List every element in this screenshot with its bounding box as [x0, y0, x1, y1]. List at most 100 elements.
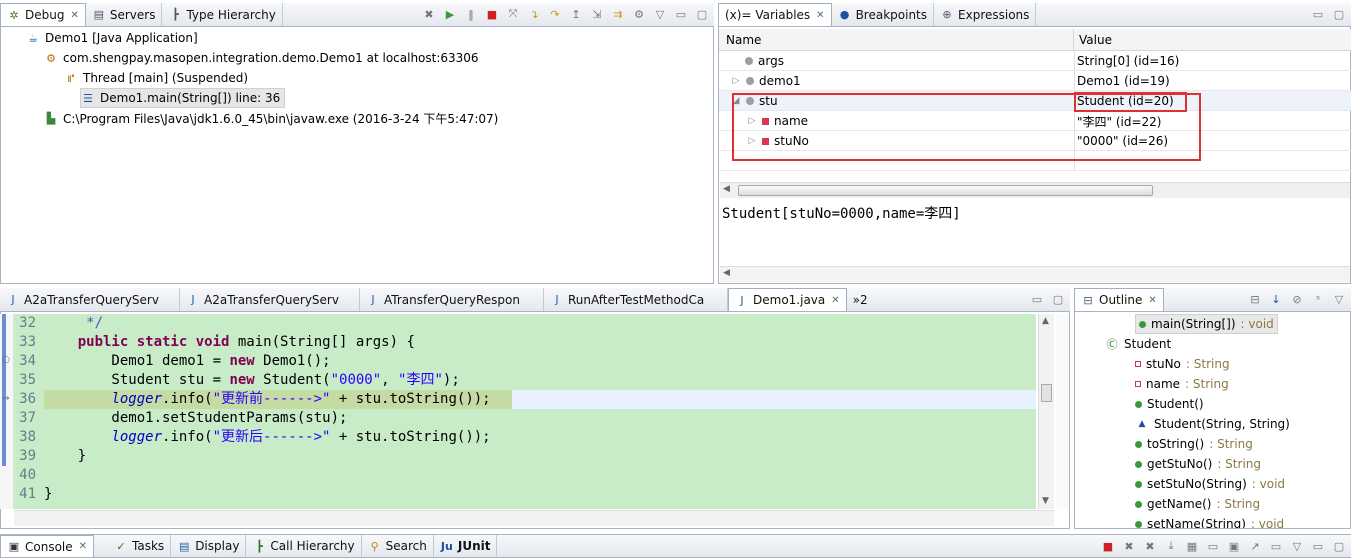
- display-selected-icon[interactable]: ▣: [1226, 538, 1242, 554]
- view-menu-icon[interactable]: ▽: [1289, 538, 1305, 554]
- tab-variables[interactable]: (x)= Variables ✕: [718, 3, 832, 26]
- resume-icon[interactable]: ▶: [442, 6, 458, 22]
- editor-tab-overflow[interactable]: »2: [847, 288, 874, 311]
- scroll-lock-icon[interactable]: ⤓: [1163, 538, 1179, 554]
- outline-item[interactable]: Ⓒ Student: [1105, 334, 1172, 354]
- outline-item[interactable]: Student(): [1135, 394, 1204, 414]
- outline-item[interactable]: setName(String) : void: [1135, 514, 1284, 528]
- debug-options-icon[interactable]: ⚙: [631, 6, 647, 22]
- tab-type-hierarchy[interactable]: ┣ Type Hierarchy: [162, 3, 283, 26]
- outline-item[interactable]: toString() : String: [1135, 434, 1253, 454]
- close-icon[interactable]: ✕: [79, 541, 87, 552]
- scroll-left-icon[interactable]: ◀: [723, 184, 730, 194]
- outline-item[interactable]: stuNo : String: [1135, 354, 1230, 374]
- tree-process[interactable]: ▙ C:\Program Files\Java\jdk1.6.0_45\bin\j…: [44, 108, 499, 128]
- remove-terminated-icon[interactable]: ✖: [421, 6, 437, 22]
- outline-item[interactable]: name : String: [1135, 374, 1229, 394]
- close-icon[interactable]: ✕: [1148, 295, 1156, 306]
- maximize-icon[interactable]: ▢: [1050, 291, 1066, 307]
- disconnect-icon[interactable]: ⤧: [505, 6, 521, 22]
- pin-console-icon[interactable]: ▭: [1205, 538, 1221, 554]
- scroll-left-icon[interactable]: ◀: [723, 268, 730, 278]
- outline-item[interactable]: main(String[]) : void: [1135, 314, 1278, 334]
- suspend-icon[interactable]: ‖: [463, 6, 479, 22]
- outline-item[interactable]: getName() : String: [1135, 494, 1260, 514]
- minimize-icon[interactable]: ▭: [673, 6, 689, 22]
- column-value-header[interactable]: Value: [1079, 33, 1112, 47]
- tab-debug[interactable]: ✲ Debug ✕: [0, 3, 86, 26]
- tab-tasks[interactable]: ✓ Tasks: [108, 535, 172, 557]
- editor-tab-1[interactable]: J A2aTransferQueryServ: [0, 288, 180, 311]
- editor-vscrollbar[interactable]: ▲ ▼: [1038, 314, 1054, 509]
- code-line[interactable]: public static void main(String[] args) {: [44, 333, 415, 352]
- tab-search[interactable]: ⚲ Search: [362, 535, 434, 557]
- maximize-icon[interactable]: ▢: [1331, 538, 1347, 554]
- editor-tab-demo1[interactable]: J Demo1.java ✕: [728, 288, 847, 311]
- step-return-icon[interactable]: ↥: [568, 6, 584, 22]
- editor-tab-4[interactable]: J RunAfterTestMethodCa: [544, 288, 728, 311]
- outline-item[interactable]: getStuNo() : String: [1135, 454, 1261, 474]
- use-step-filters-icon[interactable]: ⇉: [610, 6, 626, 22]
- detail-hscrollbar[interactable]: ◀: [720, 266, 1350, 282]
- close-icon[interactable]: ✕: [816, 10, 824, 21]
- maximize-icon[interactable]: ▢: [1331, 6, 1347, 22]
- minimize-icon[interactable]: ▭: [1310, 538, 1326, 554]
- tab-expressions[interactable]: ⊕ Expressions: [934, 3, 1037, 26]
- maximize-icon[interactable]: ▢: [694, 6, 710, 22]
- clear-console-icon[interactable]: ▦: [1184, 538, 1200, 554]
- code-line[interactable]: Demo1 demo1 = new Demo1();: [44, 352, 330, 371]
- code-lines[interactable]: 32 */ 33 public static void main(String[]…: [0, 314, 1036, 509]
- tab-outline[interactable]: ⊟ Outline ✕: [1074, 288, 1164, 311]
- close-icon[interactable]: ✕: [831, 295, 839, 306]
- editor-tab-2[interactable]: J A2aTransferQueryServ: [180, 288, 360, 311]
- outline-item[interactable]: ▲ Student(String, String): [1135, 414, 1290, 434]
- tree-vm[interactable]: ⚙ com.shengpay.masopen.integration.demo.D…: [44, 48, 479, 68]
- collapse-all-icon[interactable]: ⊟: [1247, 291, 1263, 307]
- minimize-icon[interactable]: ▭: [1029, 291, 1045, 307]
- code-line[interactable]: demo1.setStudentParams(stu);: [44, 409, 347, 428]
- hscroll-thumb[interactable]: [738, 185, 1153, 196]
- drop-to-frame-icon[interactable]: ⇲: [589, 6, 605, 22]
- var-row-demo1[interactable]: ▷ demo1 Demo1 (id=19): [719, 71, 1351, 91]
- tree-launch[interactable]: ☕ Demo1 [Java Application]: [26, 28, 198, 48]
- hide-fields-icon[interactable]: ⊘: [1289, 291, 1305, 307]
- scroll-down-icon[interactable]: ▼: [1042, 496, 1049, 506]
- tab-call-hierarchy[interactable]: ┣ Call Hierarchy: [246, 535, 362, 557]
- detail-pane[interactable]: Student[stuNo=0000,name=李四]: [722, 203, 961, 223]
- step-over-icon[interactable]: ↷: [547, 6, 563, 22]
- close-icon[interactable]: ✕: [70, 10, 78, 21]
- remove-launch-icon[interactable]: ✖: [1121, 538, 1137, 554]
- tree-stack-frame[interactable]: ☰ Demo1.main(String[]) line: 36: [80, 88, 286, 108]
- view-menu-icon[interactable]: ▽: [1331, 291, 1347, 307]
- breakpoint-icon[interactable]: ○: [2, 355, 10, 365]
- remove-all-icon[interactable]: ✖: [1142, 538, 1158, 554]
- scroll-up-icon[interactable]: ▲: [1042, 316, 1049, 326]
- code-line[interactable]: logger.info("更新后------>" + stu.toString(…: [44, 428, 490, 447]
- hide-static-icon[interactable]: ˢ: [1310, 291, 1326, 307]
- tab-servers[interactable]: ▤ Servers: [86, 3, 163, 26]
- editor-tab-3[interactable]: J ATransferQueryRespon: [360, 288, 544, 311]
- tab-console[interactable]: ▣ Console ✕: [0, 535, 95, 557]
- code-line[interactable]: }: [44, 485, 52, 504]
- code-line[interactable]: }: [44, 447, 86, 466]
- sort-icon[interactable]: ↓: [1268, 291, 1284, 307]
- var-row-args[interactable]: args String[0] (id=16): [719, 51, 1351, 71]
- code-line[interactable]: logger.info("更新前------>" + stu.toString(…: [44, 390, 490, 409]
- code-line[interactable]: */: [44, 314, 103, 333]
- code-line[interactable]: Student stu = new Student("0000", "李四");: [44, 371, 459, 390]
- terminate-icon[interactable]: ■: [1100, 538, 1116, 554]
- terminate-icon[interactable]: ■: [484, 6, 500, 22]
- expand-icon[interactable]: ▷: [731, 76, 741, 86]
- tab-junit[interactable]: Ju JUnit: [434, 535, 498, 557]
- new-console-icon[interactable]: ▭: [1268, 538, 1284, 554]
- tree-thread[interactable]: ⑈ Thread [main] (Suspended): [64, 68, 248, 88]
- column-name-header[interactable]: Name: [726, 33, 761, 47]
- minimize-icon[interactable]: ▭: [1310, 6, 1326, 22]
- tab-breakpoints[interactable]: ● Breakpoints: [832, 3, 935, 26]
- variables-hscrollbar[interactable]: ◀: [720, 182, 1350, 198]
- outline-item[interactable]: setStuNo(String) : void: [1135, 474, 1285, 494]
- editor-hscrollbar[interactable]: [14, 510, 1054, 526]
- view-menu-icon[interactable]: ▽: [652, 6, 668, 22]
- vscroll-thumb[interactable]: [1041, 384, 1052, 402]
- step-into-icon[interactable]: ↴: [526, 6, 542, 22]
